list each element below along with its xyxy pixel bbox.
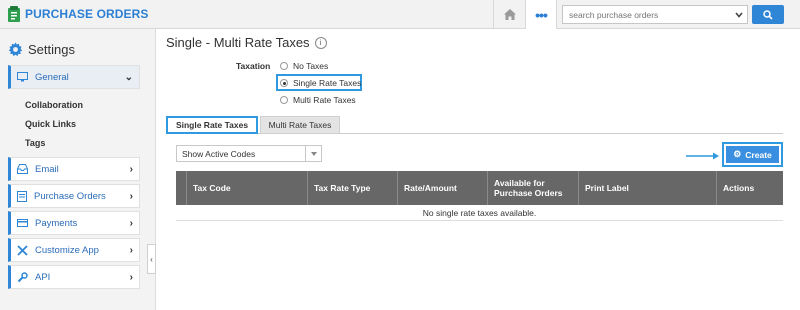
tab-single-rate-taxes[interactable]: Single Rate Taxes xyxy=(166,116,258,134)
active-codes-filter[interactable]: Show Active Codes xyxy=(176,145,322,162)
create-button-highlight: ⚙ Create xyxy=(722,142,783,167)
filter-dropdown-toggle[interactable] xyxy=(305,145,322,162)
search-input[interactable] xyxy=(562,5,732,24)
monitor-icon xyxy=(17,72,28,82)
chevron-down-icon xyxy=(735,11,743,18)
more-dots-icon: ••• xyxy=(535,6,548,23)
create-button-label: Create xyxy=(745,149,772,160)
radio-button[interactable] xyxy=(280,79,288,87)
top-bar: PURCHASE ORDERS ••• xyxy=(0,0,800,29)
sidebar-item-label: Payments xyxy=(35,217,78,229)
sidebar-item-general[interactable]: General ⌄ xyxy=(8,65,140,89)
chevron-right-icon: › xyxy=(129,191,133,202)
radio-label: Single Rate Taxes xyxy=(293,78,362,88)
arrow-right-icon xyxy=(686,152,719,160)
gear-icon: ⚙ xyxy=(733,149,742,159)
radio-label: No Taxes xyxy=(293,61,329,71)
column-header-actions: Actions xyxy=(716,171,783,205)
credit-card-icon xyxy=(17,219,28,227)
column-header-tax-code[interactable]: Tax Code xyxy=(186,171,307,205)
chevron-down-icon: ⌄ xyxy=(124,72,133,83)
taxation-option-no-taxes[interactable]: No Taxes xyxy=(280,61,328,71)
taxation-option-multi-rate[interactable]: Multi Rate Taxes xyxy=(280,95,356,105)
tab-multi-rate-taxes[interactable]: Multi Rate Taxes xyxy=(260,116,340,134)
search-scope-dropdown[interactable] xyxy=(731,5,748,24)
more-menu-button[interactable]: ••• xyxy=(525,0,557,29)
empty-table-message: No single rate taxes available. xyxy=(176,205,783,221)
inbox-icon xyxy=(17,164,28,174)
home-button[interactable] xyxy=(493,0,525,29)
sidebar-item-email[interactable]: Email › xyxy=(8,157,140,181)
sidebar-subitem-tags[interactable]: Tags xyxy=(25,138,45,148)
tools-icon xyxy=(17,244,28,256)
column-header-print-label[interactable]: Print Label xyxy=(578,171,716,205)
taxation-label: Taxation xyxy=(236,61,271,71)
chevron-right-icon: › xyxy=(129,218,133,229)
app-logo-icon xyxy=(8,6,20,22)
search-button[interactable] xyxy=(752,5,784,24)
app-title: PURCHASE ORDERS xyxy=(25,7,149,21)
column-header-available-for-po[interactable]: Available for Purchase Orders xyxy=(487,171,578,205)
radio-label: Multi Rate Taxes xyxy=(293,95,356,105)
sidebar-item-customize-app[interactable]: Customize App › xyxy=(8,238,140,262)
document-icon xyxy=(17,190,27,202)
sidebar-item-label: Purchase Orders xyxy=(34,190,106,202)
sidebar-item-label: Customize App xyxy=(35,244,99,256)
search-icon xyxy=(763,9,773,20)
settings-heading: Settings xyxy=(8,42,75,57)
sidebar-subitem-quick-links[interactable]: Quick Links xyxy=(25,119,76,129)
radio-button[interactable] xyxy=(280,96,288,104)
sidebar-item-label: Email xyxy=(35,163,59,175)
table-header-spacer xyxy=(176,171,186,205)
radio-button[interactable] xyxy=(280,62,288,70)
page-title-text: Single - Multi Rate Taxes xyxy=(166,35,310,50)
sidebar-item-payments[interactable]: Payments › xyxy=(8,211,140,235)
info-icon[interactable]: i xyxy=(314,36,327,49)
page-title: Single - Multi Rate Taxes i xyxy=(166,35,327,50)
gear-icon xyxy=(8,42,23,57)
tax-table-header: Tax Code Tax Rate Type Rate/Amount Avail… xyxy=(176,171,783,205)
sidebar-item-api[interactable]: API › xyxy=(8,265,140,289)
column-header-rate-amount[interactable]: Rate/Amount xyxy=(397,171,487,205)
sidebar-item-label: General xyxy=(35,71,69,83)
chevron-right-icon: › xyxy=(129,272,133,283)
chevron-left-icon: ‹ xyxy=(150,254,153,264)
home-icon xyxy=(503,9,516,20)
create-button[interactable]: ⚙ Create xyxy=(726,146,779,163)
taxation-option-single-rate[interactable]: Single Rate Taxes xyxy=(280,78,361,88)
settings-title: Settings xyxy=(28,42,75,57)
sidebar-item-purchase-orders[interactable]: Purchase Orders › xyxy=(8,184,140,208)
wrench-icon xyxy=(17,271,28,282)
sidebar-subitem-collaboration[interactable]: Collaboration xyxy=(25,100,83,110)
tabs-divider xyxy=(166,133,783,134)
chevron-right-icon: › xyxy=(129,245,133,256)
sidebar-collapse-toggle[interactable]: ‹ xyxy=(147,244,156,274)
column-header-tax-rate-type[interactable]: Tax Rate Type xyxy=(307,171,397,205)
caret-down-icon xyxy=(311,151,317,156)
sidebar-item-label: API xyxy=(35,271,51,283)
filter-value: Show Active Codes xyxy=(182,149,256,159)
chevron-right-icon: › xyxy=(129,164,133,175)
